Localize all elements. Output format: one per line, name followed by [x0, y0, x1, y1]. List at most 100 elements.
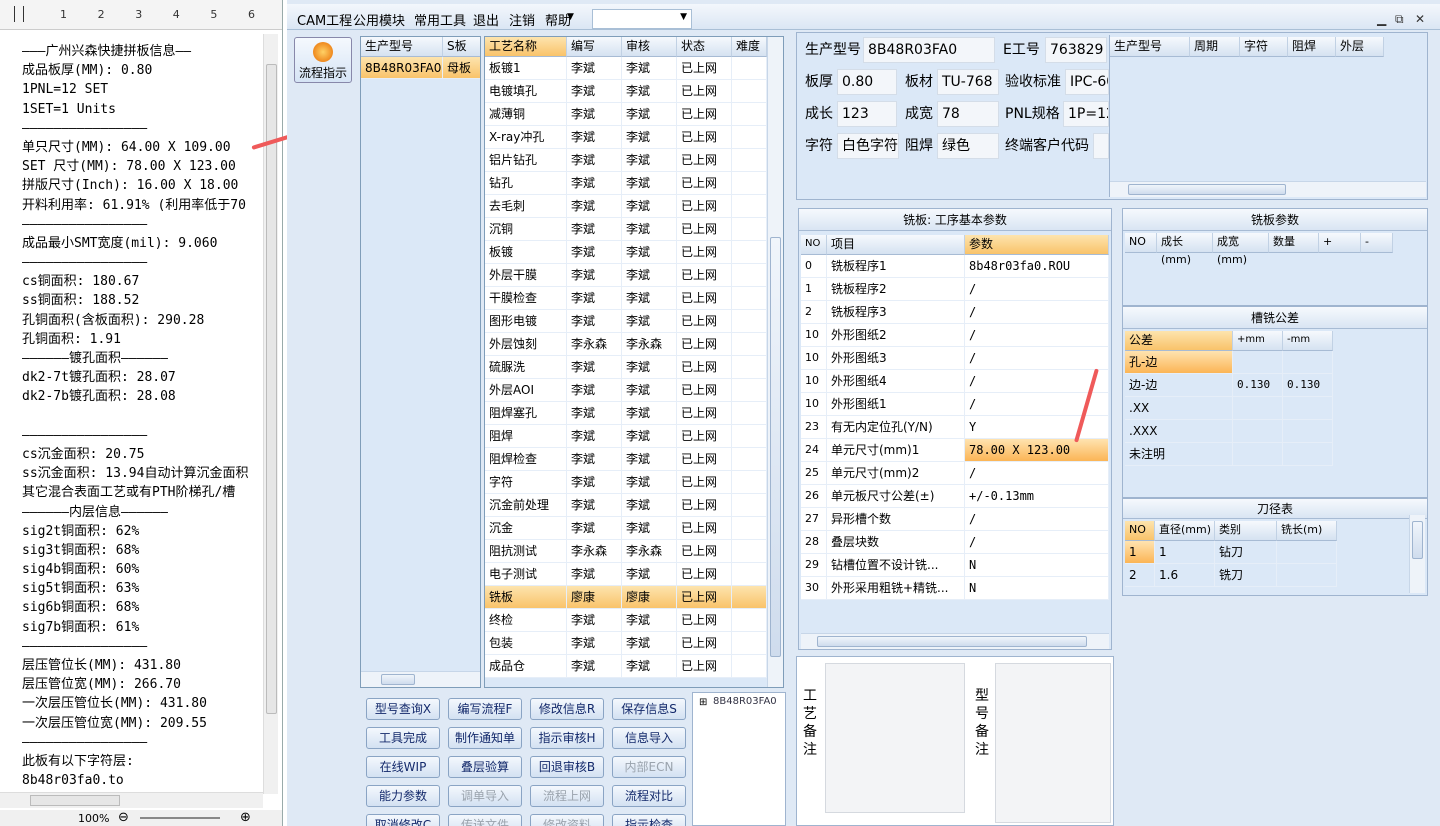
col-header-param[interactable]: 参数	[965, 235, 1109, 255]
field-pnl[interactable]: 1P=12	[1063, 101, 1109, 127]
action-button[interactable]: 编写流程F	[448, 698, 522, 720]
tolerance-plus[interactable]: 0.130	[1233, 374, 1283, 397]
action-button[interactable]: 工具完成	[366, 727, 440, 749]
col-header-item[interactable]: 项目	[827, 235, 965, 255]
menu-exit[interactable]: 退出	[473, 10, 499, 29]
col-header[interactable]: +	[1319, 233, 1361, 253]
process-cell[interactable]: 李斌	[622, 517, 677, 540]
menu-cam[interactable]: CAM工程	[297, 10, 352, 29]
process-cell[interactable]: 李斌	[567, 218, 622, 241]
param-cell[interactable]: /	[965, 324, 1109, 347]
table-row[interactable]: 铝片钻孔 李斌 李斌 已上网	[485, 149, 767, 172]
tolerance-minus[interactable]	[1283, 397, 1333, 420]
scroll-thumb[interactable]	[381, 674, 415, 685]
process-cell[interactable]: 已上网	[677, 448, 732, 471]
action-button[interactable]: 取消修改C	[366, 814, 440, 826]
param-cell[interactable]: /	[965, 462, 1109, 485]
table-row[interactable]: 10 外形图纸4/	[801, 370, 1109, 393]
param-cell[interactable]: Y	[965, 416, 1109, 439]
tool-cell[interactable]	[1277, 541, 1337, 564]
process-cell[interactable]: 李斌	[622, 425, 677, 448]
action-button[interactable]: 制作通知单	[448, 727, 522, 749]
table-row[interactable]: 阻焊塞孔 李斌 李斌 已上网	[485, 402, 767, 425]
tolerance-name[interactable]: .XXX	[1125, 420, 1233, 443]
table-row[interactable]: 0 铣板程序1 8b48r03fa0.ROU	[801, 255, 1109, 278]
table-row[interactable]: 终检 李斌 李斌 已上网	[485, 609, 767, 632]
process-cell[interactable]	[732, 425, 767, 448]
table-row[interactable]: 1 1 钻刀	[1125, 541, 1337, 564]
process-cell[interactable]: 李斌	[567, 149, 622, 172]
tree-node[interactable]: 8B48R03FA0	[713, 696, 777, 707]
col-header[interactable]: 数量	[1269, 233, 1319, 253]
process-cell[interactable]: 李斌	[622, 287, 677, 310]
process-cell[interactable]: 已上网	[677, 264, 732, 287]
process-cell[interactable]	[732, 57, 767, 80]
action-button[interactable]: 信息导入	[612, 727, 686, 749]
tolerance-name[interactable]: 孔-边	[1125, 351, 1233, 374]
process-cell[interactable]: 已上网	[677, 609, 732, 632]
model-type-cell[interactable]: 母板	[443, 57, 480, 79]
process-cell[interactable]: 李永森	[567, 540, 622, 563]
action-button[interactable]: 回退审核B	[530, 756, 604, 778]
process-cell[interactable]: 李斌	[622, 126, 677, 149]
process-cell[interactable]: 李斌	[622, 241, 677, 264]
horizontal-scrollbar[interactable]	[0, 792, 263, 808]
process-cell[interactable]: 阻焊检查	[485, 448, 567, 471]
tab-stop-icon[interactable]	[14, 6, 24, 22]
process-cell[interactable]: 已上网	[677, 333, 732, 356]
table-row[interactable]: 边-边 0.130 0.130	[1125, 374, 1333, 397]
scroll-thumb[interactable]	[770, 237, 781, 657]
field-eno[interactable]: 763829	[1045, 37, 1107, 63]
process-cell[interactable]: 李斌	[567, 241, 622, 264]
col-header-model[interactable]: 生产型号	[1110, 37, 1190, 57]
process-cell[interactable]: 李斌	[567, 57, 622, 80]
table-row[interactable]: 板镀 李斌 李斌 已上网	[485, 241, 767, 264]
table-row[interactable]: 沉金 李斌 李斌 已上网	[485, 517, 767, 540]
process-cell[interactable]	[732, 494, 767, 517]
process-cell[interactable]: 李斌	[567, 103, 622, 126]
process-cell[interactable]: 李永森	[567, 333, 622, 356]
process-cell[interactable]: 已上网	[677, 57, 732, 80]
table-row[interactable]: 沉铜 李斌 李斌 已上网	[485, 218, 767, 241]
col-header-minus[interactable]: -mm	[1283, 331, 1333, 351]
col-header[interactable]: -	[1361, 233, 1393, 253]
table-row[interactable]: 29 钻槽位置不设计铣... N	[801, 554, 1109, 577]
process-remark-input[interactable]	[825, 663, 965, 813]
col-header-author[interactable]: 编写	[567, 37, 622, 57]
table-row[interactable]: 10 外形图纸3/	[801, 347, 1109, 370]
col-header-plus[interactable]: +mm	[1233, 331, 1283, 351]
process-cell[interactable]: 李斌	[567, 264, 622, 287]
action-button[interactable]: 指示审核H	[530, 727, 604, 749]
field-char[interactable]: 白色字符	[837, 133, 899, 159]
col-header-char[interactable]: 字符	[1240, 37, 1288, 57]
tool-cell[interactable]: 1	[1155, 541, 1215, 564]
process-cell[interactable]: 已上网	[677, 310, 732, 333]
process-cell[interactable]: 已上网	[677, 655, 732, 678]
table-row[interactable]: 图形电镀 李斌 李斌 已上网	[485, 310, 767, 333]
action-button[interactable]: 指示检查	[612, 814, 686, 826]
process-cell[interactable]	[732, 379, 767, 402]
process-cell[interactable]: 李斌	[622, 80, 677, 103]
table-row[interactable]: 24 单元尺寸(mm)1 78.00 X 123.00	[801, 439, 1109, 462]
table-row[interactable]: 铣板 廖康 廖康 已上网	[485, 586, 767, 609]
process-cell[interactable]: 板镀1	[485, 57, 567, 80]
col-header-cycle[interactable]: 周期	[1190, 37, 1240, 57]
process-cell[interactable]: 外层AOI	[485, 379, 567, 402]
tool-cell[interactable]: 2	[1125, 564, 1155, 587]
field-standard[interactable]: IPC-60	[1065, 69, 1109, 95]
table-row[interactable]: 成品仓 李斌 李斌 已上网	[485, 655, 767, 678]
table-row[interactable]: 板镀1 李斌 李斌 已上网	[485, 57, 767, 80]
process-cell[interactable]	[732, 563, 767, 586]
col-header-process[interactable]: 工艺名称	[485, 37, 567, 57]
flow-indicator-button[interactable]: 流程指示	[294, 37, 352, 83]
vertical-scrollbar[interactable]	[263, 34, 278, 794]
process-cell[interactable]: 李斌	[622, 57, 677, 80]
tolerance-name[interactable]: 边-边	[1125, 374, 1233, 397]
process-cell[interactable]: 已上网	[677, 218, 732, 241]
process-cell[interactable]: 廖康	[567, 586, 622, 609]
process-cell[interactable]	[732, 287, 767, 310]
process-cell[interactable]: 已上网	[677, 241, 732, 264]
process-cell[interactable]: 李斌	[567, 80, 622, 103]
process-cell[interactable]: 李斌	[567, 172, 622, 195]
table-row[interactable]: 25 单元尺寸(mm)2/	[801, 462, 1109, 485]
